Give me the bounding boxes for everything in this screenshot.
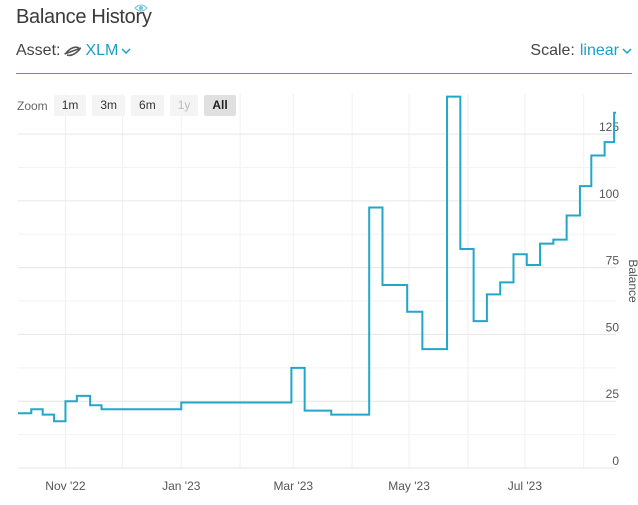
x-tick-label: Jul '23 bbox=[508, 479, 543, 493]
y-tick-label: 75 bbox=[606, 254, 620, 268]
x-tick-label: Nov '22 bbox=[45, 479, 86, 493]
zoom-1m-button[interactable]: 1m bbox=[53, 95, 87, 116]
zoom-bar: Zoom 1m 3m 6m 1y All bbox=[17, 95, 236, 116]
y-axis-title: Balance bbox=[626, 259, 638, 303]
y-tick-label: 25 bbox=[606, 387, 620, 401]
x-tick-label: May '23 bbox=[388, 479, 430, 493]
zoom-label: Zoom bbox=[17, 98, 48, 113]
y-tick-label: 125 bbox=[599, 120, 619, 134]
x-tick-label: Jan '23 bbox=[162, 479, 201, 493]
zoom-1y-button: 1y bbox=[169, 95, 199, 116]
y-tick-label: 100 bbox=[599, 187, 619, 201]
zoom-3m-button[interactable]: 3m bbox=[92, 95, 126, 116]
zoom-all-button[interactable]: All bbox=[204, 95, 236, 116]
y-tick-label: 50 bbox=[606, 320, 620, 334]
y-tick-label: 0 bbox=[612, 454, 619, 468]
balance-chart: Nov '22 Jan '23 Mar '23 May '23 Jul '23 0 25 50… bbox=[18, 94, 638, 493]
balance-series-line bbox=[18, 95, 616, 423]
zoom-6m-button[interactable]: 6m bbox=[131, 95, 164, 116]
x-tick-label: Mar '23 bbox=[273, 479, 313, 493]
